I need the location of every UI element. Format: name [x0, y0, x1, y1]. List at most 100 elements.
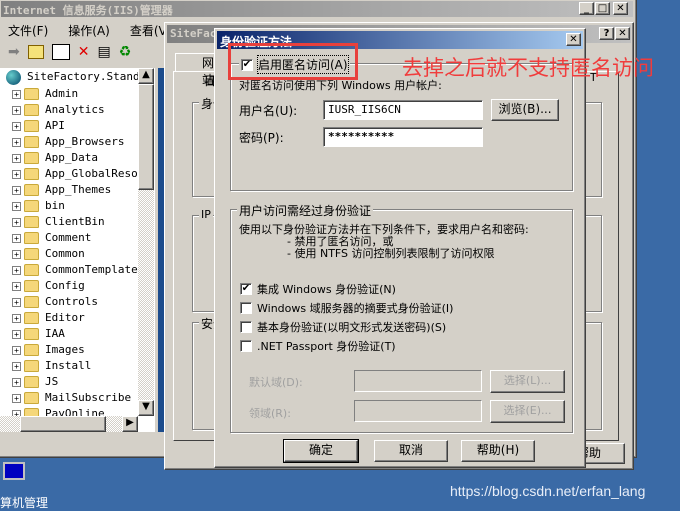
tree-item[interactable]: + MailSubscribe [0, 390, 155, 406]
realm-input[interactable] [354, 400, 482, 422]
expand-icon[interactable]: + [12, 329, 21, 339]
auth-option-checkbox[interactable] [240, 301, 252, 314]
menu-file[interactable]: 文件(F) [8, 22, 48, 39]
tree-item[interactable]: + App_Browsers [0, 134, 155, 150]
properties-icon[interactable]: ▤ [97, 44, 110, 60]
expand-icon[interactable]: + [12, 345, 21, 355]
auth-close-button[interactable]: ✕ [566, 33, 581, 46]
scroll-thumb[interactable] [138, 84, 154, 190]
tree-item[interactable]: + JS [0, 374, 155, 390]
expand-icon[interactable]: + [12, 153, 21, 163]
tree-horizontal-scrollbar[interactable]: ▶ [0, 416, 138, 432]
help-button[interactable]: 帮助(H) [461, 440, 535, 462]
globe-icon [6, 69, 21, 85]
computer-management-icon [3, 462, 25, 480]
menu-action[interactable]: 操作(A) [68, 22, 110, 39]
folder-icon [24, 296, 39, 308]
scroll-up-button[interactable]: ▲ [138, 68, 154, 84]
minimize-button[interactable]: _ [579, 2, 594, 15]
expand-icon[interactable]: + [12, 265, 21, 275]
show-tree-icon[interactable] [51, 44, 70, 60]
tree-item[interactable]: + App_GlobalResou [0, 166, 155, 182]
browse-button[interactable]: 浏览(B)... [491, 99, 559, 121]
tree-item[interactable]: + API [0, 118, 155, 134]
username-label: 用户名(U): [239, 104, 298, 118]
ok-button[interactable]: 确定 [283, 439, 359, 463]
folder-icon [24, 344, 39, 356]
expand-icon[interactable]: + [12, 201, 21, 211]
props-help-button[interactable]: ? [599, 27, 614, 40]
tree-item[interactable]: + Common [0, 246, 155, 262]
scroll-down-button[interactable]: ▼ [138, 400, 154, 416]
tree-item[interactable]: + App_Themes [0, 182, 155, 198]
folder-icon [24, 136, 39, 148]
toolbar: ➡ ✕ ▤ ♻ [8, 44, 131, 60]
expand-icon[interactable]: + [12, 169, 21, 179]
auth-option-checkbox[interactable]: ✔ [240, 282, 252, 295]
desktop-icon-computer-management[interactable]: 算机管理 [0, 460, 48, 510]
auth-dialog: 身份验证方法 ✕ ✔ 启用匿名访问(A) 对匿名访问使用下列 Windows 用… [214, 28, 586, 468]
tree-item[interactable]: + bin [0, 198, 155, 214]
close-button[interactable]: ✕ [613, 2, 628, 15]
tree-item[interactable]: + Admin [0, 86, 155, 102]
password-input[interactable]: ********** [323, 127, 483, 147]
folder-icon [24, 312, 39, 324]
auth-option[interactable]: .NET Passport 身份验证(T) [240, 336, 453, 355]
default-domain-input[interactable] [354, 370, 482, 392]
realm-label: 领域(R): [249, 407, 291, 420]
expand-icon[interactable]: + [12, 281, 21, 291]
annotation-highlight-box [228, 43, 358, 80]
h-scroll-thumb[interactable] [20, 416, 106, 432]
auth-option[interactable]: ✔ 集成 Windows 身份验证(N) [240, 279, 453, 298]
auth-option[interactable]: Windows 域服务器的摘要式身份验证(I) [240, 298, 453, 317]
folder-icon [24, 104, 39, 116]
tree-item[interactable]: + IAA [0, 326, 155, 342]
tree-item[interactable]: + Images [0, 342, 155, 358]
expand-icon[interactable]: + [12, 105, 21, 115]
expand-icon[interactable]: + [12, 377, 21, 387]
expand-icon[interactable]: + [12, 121, 21, 131]
folder-icon [24, 376, 39, 388]
expand-icon[interactable]: + [12, 393, 21, 403]
tree-item[interactable]: + CommonTemplate [0, 262, 155, 278]
auth-option-checkbox[interactable] [240, 320, 252, 333]
default-domain-label: 默认域(D): [249, 376, 303, 389]
username-input[interactable]: IUSR_IIS6CN [323, 100, 483, 120]
expand-icon[interactable]: + [12, 249, 21, 259]
forward-icon[interactable]: ➡ [8, 44, 20, 60]
expand-icon[interactable]: + [12, 185, 21, 195]
cancel-button[interactable]: 取消 [374, 440, 448, 462]
auth-option-checkbox[interactable] [240, 339, 252, 352]
tree-item[interactable]: + Analytics [0, 102, 155, 118]
tree-item[interactable]: + Install [0, 358, 155, 374]
expand-icon[interactable]: + [12, 297, 21, 307]
folder-icon [24, 88, 39, 100]
props-close-button[interactable]: ✕ [615, 27, 630, 40]
auth-option[interactable]: 基本身份验证(以明文形式发送密码)(S) [240, 317, 453, 336]
main-title-bar[interactable]: Internet 信息服务(IIS)管理器 _ □ ✕ [1, 1, 633, 17]
refresh-icon[interactable]: ♻ [119, 44, 132, 60]
expand-icon[interactable]: + [12, 361, 21, 371]
expand-icon[interactable]: + [12, 217, 21, 227]
expand-icon[interactable]: + [12, 137, 21, 147]
tree-vertical-scrollbar[interactable]: ▲ ▼ [138, 68, 154, 416]
delete-icon[interactable]: ✕ [78, 44, 90, 60]
tree-item[interactable]: + ClientBin [0, 214, 155, 230]
tree-item[interactable]: + Comment [0, 230, 155, 246]
up-folder-icon[interactable] [27, 45, 44, 59]
select-domain-button[interactable]: 选择(L)... [490, 370, 565, 393]
tree-item[interactable]: + Config [0, 278, 155, 294]
expand-icon[interactable]: + [12, 313, 21, 323]
folder-icon [24, 328, 39, 340]
tree-item[interactable]: + Controls [0, 294, 155, 310]
expand-icon[interactable]: + [12, 233, 21, 243]
tree-item[interactable]: + App_Data [0, 150, 155, 166]
tree-root[interactable]: SiteFactory.Standa [0, 68, 155, 86]
folder-icon [24, 184, 39, 196]
select-realm-button[interactable]: 选择(E)... [490, 400, 565, 423]
folder-icon [24, 392, 39, 404]
expand-icon[interactable]: + [12, 89, 21, 99]
maximize-button[interactable]: □ [595, 2, 610, 15]
tree-item[interactable]: + Editor [0, 310, 155, 326]
scroll-right-button[interactable]: ▶ [122, 416, 138, 432]
